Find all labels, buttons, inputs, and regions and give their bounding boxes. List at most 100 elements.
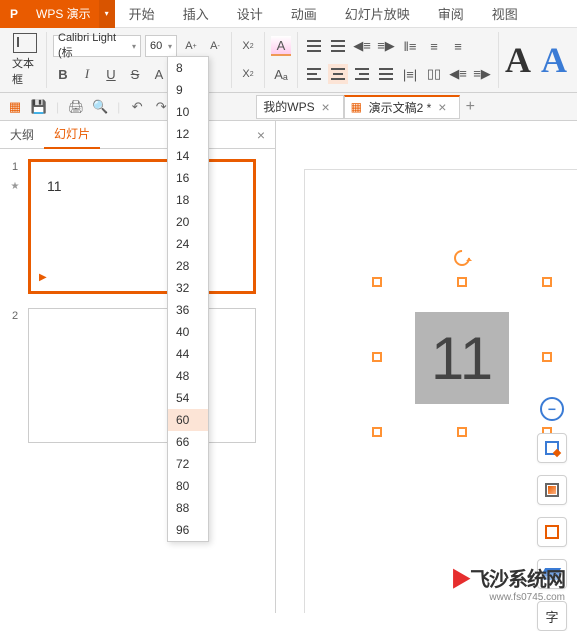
size-option-32[interactable]: 32	[168, 277, 208, 299]
size-option-72[interactable]: 72	[168, 453, 208, 475]
italic-button[interactable]: I	[77, 64, 97, 84]
delete-button[interactable]: −	[540, 397, 564, 421]
fill-button[interactable]	[537, 475, 567, 505]
size-option-18[interactable]: 18	[168, 189, 208, 211]
resize-handle-bl[interactable]	[372, 427, 382, 437]
decrease-indent-button[interactable]: ◀≡	[352, 36, 372, 56]
textbox-icon	[13, 33, 37, 53]
distribute-button[interactable]: |≡|	[400, 64, 420, 84]
tab-outline[interactable]: 大纲	[0, 121, 44, 149]
increase-indent-button[interactable]: ≡▶	[376, 36, 396, 56]
app-title: WPS 演示	[28, 0, 99, 28]
menu-slideshow[interactable]: 幻灯片放映	[331, 0, 424, 28]
sidebar-close-button[interactable]: ×	[257, 127, 265, 143]
edit-shape-button[interactable]	[537, 433, 567, 463]
size-option-48[interactable]: 48	[168, 365, 208, 387]
size-option-66[interactable]: 66	[168, 431, 208, 453]
doc-tab-presentation[interactable]: ▦ 演示文稿2 * ×	[344, 95, 461, 119]
preview-button[interactable]: 🔍	[91, 98, 109, 116]
resize-handle-tl[interactable]	[372, 277, 382, 287]
save-button[interactable]: 💾	[30, 98, 48, 116]
menu-animation[interactable]: 动画	[277, 0, 331, 28]
size-option-80[interactable]: 80	[168, 475, 208, 497]
close-icon[interactable]: ×	[435, 100, 449, 114]
resize-handle-tr[interactable]	[542, 277, 552, 287]
size-option-14[interactable]: 14	[168, 145, 208, 167]
columns-button[interactable]: ▯▯	[424, 64, 444, 84]
size-option-12[interactable]: 12	[168, 123, 208, 145]
play-icon: ▶	[39, 272, 47, 283]
highlight-button[interactable]: A	[271, 36, 291, 56]
size-option-10[interactable]: 10	[168, 101, 208, 123]
text-button[interactable]: 字	[537, 601, 567, 631]
outline-button[interactable]	[537, 517, 567, 547]
doc-tab-mywps[interactable]: 我的WPS ×	[256, 95, 343, 119]
font-size-dropdown[interactable]: 8910121416182024283236404448546066728088…	[167, 56, 209, 542]
rotate-handle[interactable]	[451, 247, 474, 270]
menu-start[interactable]: 开始	[115, 0, 169, 28]
size-option-44[interactable]: 44	[168, 343, 208, 365]
numbering-button[interactable]	[328, 36, 348, 56]
thumb-number: 1 ★	[8, 159, 22, 294]
align-justify-button[interactable]	[376, 64, 396, 84]
size-option-88[interactable]: 88	[168, 497, 208, 519]
slide-thumbnail-2[interactable]	[28, 308, 256, 443]
text-style-blue[interactable]: A	[541, 39, 567, 81]
resize-handle-bm[interactable]	[457, 427, 467, 437]
slide-thumbnail-1[interactable]: 11 ▶	[28, 159, 256, 294]
undo-button[interactable]: ↶	[128, 98, 146, 116]
size-option-24[interactable]: 24	[168, 233, 208, 255]
new-button[interactable]: ▦	[6, 98, 24, 116]
text-style-black[interactable]: A	[505, 39, 531, 81]
resize-handle-mr[interactable]	[542, 352, 552, 362]
font-size-select[interactable]: 60▾	[145, 35, 177, 57]
menu-design[interactable]: 设计	[223, 0, 277, 28]
size-option-40[interactable]: 40	[168, 321, 208, 343]
print-button[interactable]: 🖨	[67, 98, 85, 116]
app-menu-dropdown[interactable]: ▾	[99, 0, 115, 28]
size-option-20[interactable]: 20	[168, 211, 208, 233]
tab-label: 我的WPS	[263, 98, 314, 115]
decrease-font-button[interactable]: A-	[205, 36, 225, 56]
menu-review[interactable]: 审阅	[424, 0, 478, 28]
align-center-button[interactable]	[328, 64, 348, 84]
clear-format-button[interactable]: Aₐ	[271, 64, 291, 84]
line-spacing-button[interactable]: ‖≡	[400, 36, 420, 56]
presentation-icon: ▦	[351, 100, 365, 114]
edit-icon	[545, 441, 559, 455]
bullets-button[interactable]	[304, 36, 324, 56]
underline-button[interactable]: U	[101, 64, 121, 84]
animation-star-icon: ★	[11, 181, 20, 192]
size-option-60[interactable]: 60	[168, 409, 208, 431]
bold-button[interactable]: B	[53, 64, 73, 84]
font-style-button[interactable]: A	[149, 64, 169, 84]
size-option-54[interactable]: 54	[168, 387, 208, 409]
add-tab-button[interactable]: +	[460, 98, 480, 116]
menu-view[interactable]: 视图	[478, 0, 532, 28]
menu-insert[interactable]: 插入	[169, 0, 223, 28]
size-option-16[interactable]: 16	[168, 167, 208, 189]
textbox-button[interactable]: 文本框	[10, 31, 40, 89]
tab-slides[interactable]: 幻灯片	[44, 121, 100, 149]
increase-font-button[interactable]: A+	[181, 36, 201, 56]
size-option-8[interactable]: 8	[168, 57, 208, 79]
selected-text-box[interactable]: 11	[377, 282, 547, 432]
size-option-28[interactable]: 28	[168, 255, 208, 277]
align-right-button[interactable]	[352, 64, 372, 84]
align-left-button[interactable]	[304, 64, 324, 84]
size-option-96[interactable]: 96	[168, 519, 208, 541]
indent-right-button[interactable]: ≡▶	[472, 64, 492, 84]
strikethrough-button[interactable]: S	[125, 64, 145, 84]
superscript-button[interactable]: X2	[238, 36, 258, 56]
size-option-9[interactable]: 9	[168, 79, 208, 101]
size-option-36[interactable]: 36	[168, 299, 208, 321]
font-name-select[interactable]: Calibri Light (标▾	[53, 35, 141, 57]
subscript-button[interactable]: X2	[238, 64, 258, 84]
indent-left-button[interactable]: ◀≡	[448, 64, 468, 84]
text-content[interactable]: 11	[415, 312, 509, 404]
resize-handle-ml[interactable]	[372, 352, 382, 362]
resize-handle-tm[interactable]	[457, 277, 467, 287]
align-text-button[interactable]: ≡	[448, 36, 468, 56]
close-icon[interactable]: ×	[319, 100, 333, 114]
text-direction-button[interactable]: ≡	[424, 36, 444, 56]
